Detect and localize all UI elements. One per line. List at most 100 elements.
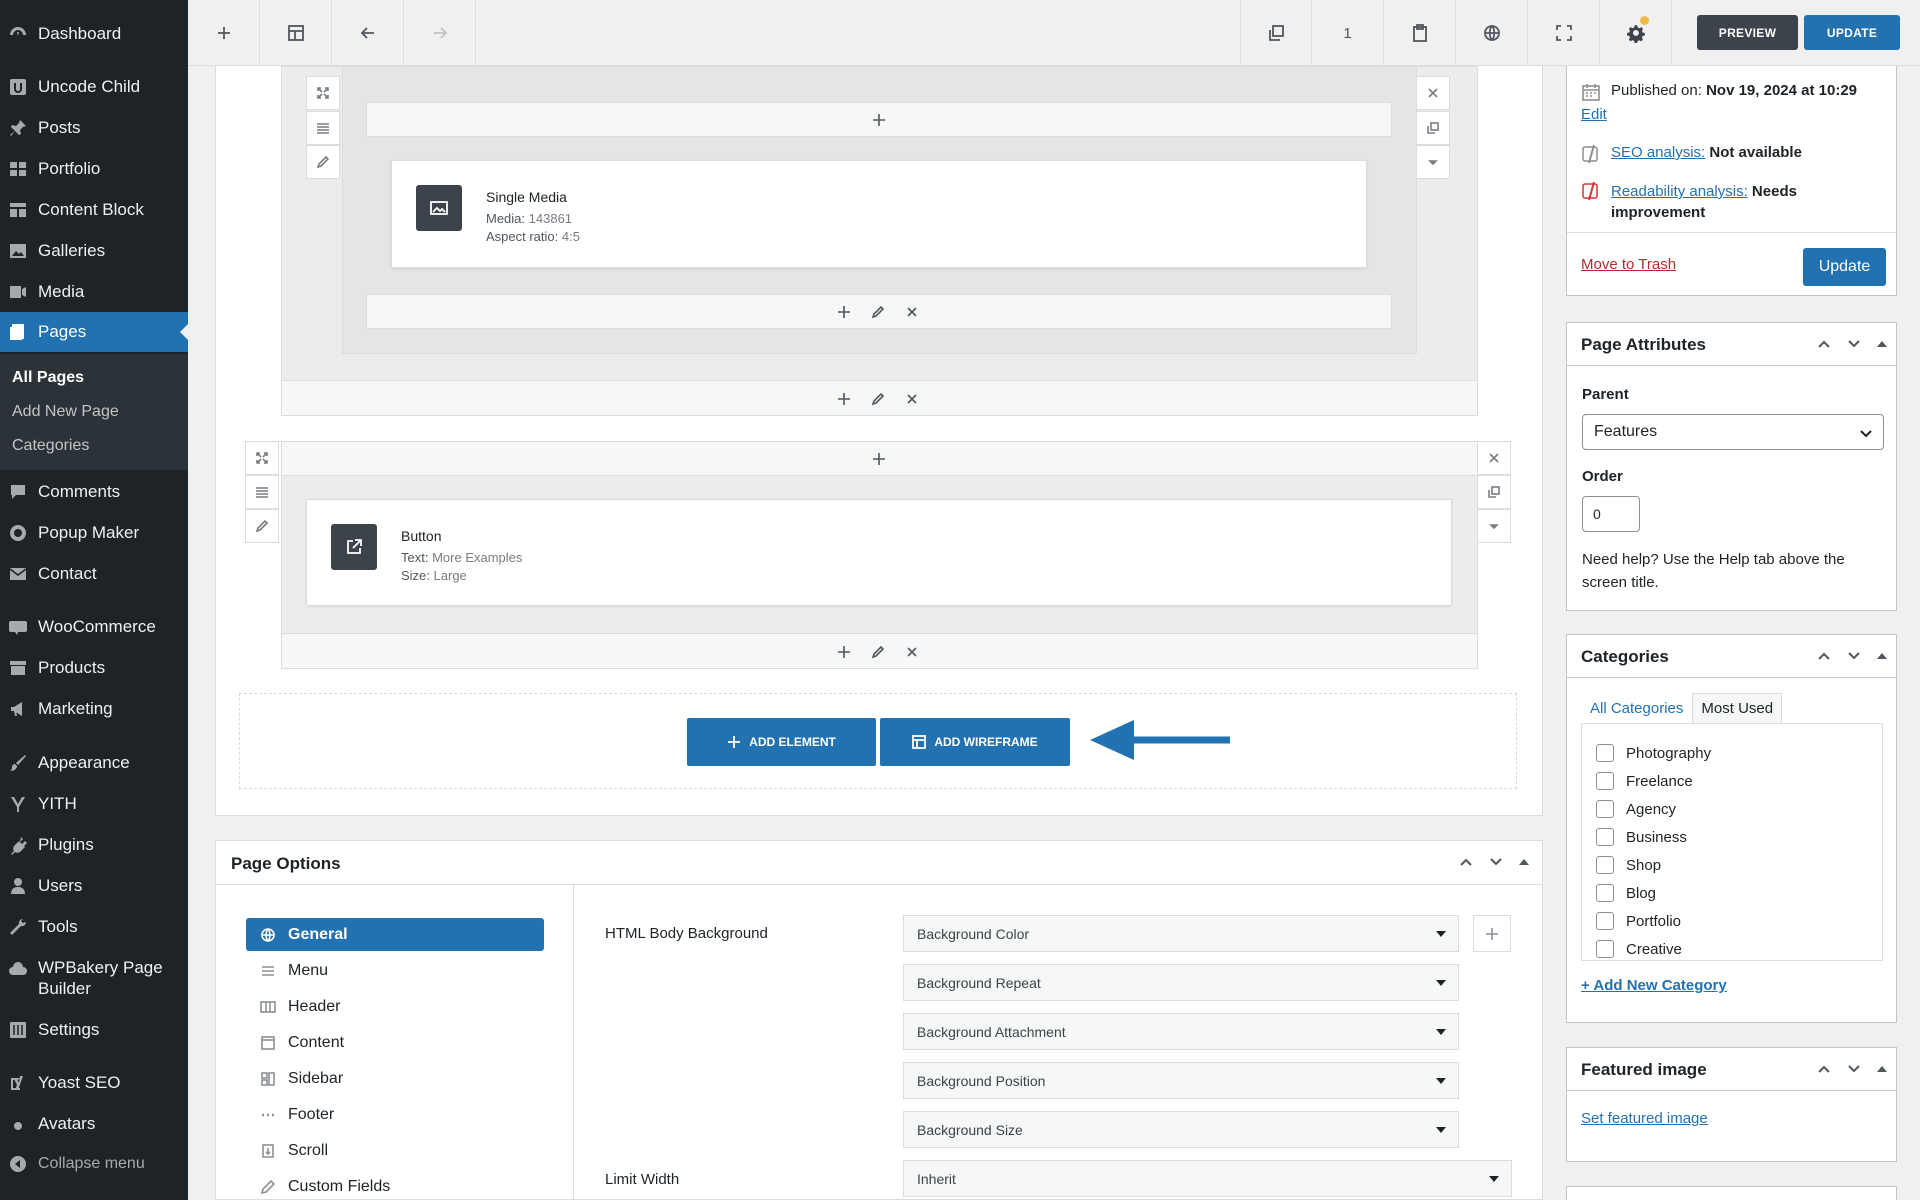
checkbox[interactable] [1596,856,1614,874]
chevron-up-icon[interactable] [1458,854,1474,870]
po-tab-sidebar[interactable]: Sidebar [246,1062,544,1095]
single-media-element[interactable]: Single Media Media: 143861 Aspect ratio:… [391,160,1367,268]
expand-button[interactable] [306,76,340,110]
sidebar-item-plugins[interactable]: Plugins [0,825,188,865]
sidebar-item-avatars[interactable]: Avatars [0,1104,188,1144]
sidebar-item-media[interactable]: Media [0,272,188,312]
chevron-down-icon[interactable] [1846,336,1862,352]
sidebar-item-appearance[interactable]: Appearance [0,743,188,783]
submenu-all-pages[interactable]: All Pages [12,369,84,387]
category-item[interactable]: Agency [1596,800,1676,818]
delete-button[interactable] [905,305,919,319]
po-tab-general[interactable]: General [246,918,544,951]
limit-width-select[interactable]: Inherit [903,1160,1512,1197]
add-background-button[interactable] [1473,915,1511,952]
redo-button[interactable] [404,0,476,66]
toggle-panel-icon[interactable] [1876,1061,1888,1077]
delete-button[interactable] [905,645,919,659]
po-tab-header[interactable]: Header [246,990,544,1023]
readability-analysis-link[interactable]: Readability analysis: [1611,183,1748,200]
chevron-down-icon[interactable] [1488,854,1504,870]
tab-all-categories[interactable]: All Categories [1581,693,1692,724]
category-item[interactable]: Business [1596,828,1687,846]
background-repeat-select[interactable]: Background Repeat [903,964,1459,1001]
move-to-trash-link[interactable]: Move to Trash [1581,256,1676,273]
add-new-category-link[interactable]: + Add New Category [1581,977,1727,994]
sidebar-item-portfolio[interactable]: Portfolio [0,149,188,189]
row-options-button[interactable] [1416,145,1450,179]
category-item[interactable]: Blog [1596,884,1656,902]
edit-button[interactable] [871,645,885,659]
sidebar-item-users[interactable]: Users [0,866,188,906]
edit-button[interactable] [871,305,885,319]
edit-date-link[interactable]: Edit [1581,106,1607,123]
edit-button[interactable] [871,392,885,406]
drag-handle[interactable] [245,475,279,509]
sidebar-item-settings[interactable]: Settings [0,1010,188,1050]
sidebar-item-uncode-child[interactable]: Uncode Child [0,67,188,107]
category-item[interactable]: Creative [1596,940,1682,958]
delete-row-button[interactable] [1416,76,1450,110]
sidebar-item-popup-maker[interactable]: Popup Maker [0,513,188,553]
checkbox[interactable] [1596,772,1614,790]
expand-button[interactable] [245,441,279,475]
sidebar-item-galleries[interactable]: Galleries [0,231,188,271]
checkbox[interactable] [1596,912,1614,930]
chevron-up-icon[interactable] [1816,648,1832,664]
sidebar-item-marketing[interactable]: Marketing [0,689,188,729]
templates-button[interactable] [260,0,332,66]
sidebar-item-pages[interactable]: Pages [0,312,188,352]
order-input[interactable]: 0 [1582,496,1640,532]
sidebar-item-dashboard[interactable]: Dashboard [0,14,188,54]
clipboard-button[interactable] [1384,0,1456,66]
chevron-down-icon[interactable] [1846,1061,1862,1077]
globe-button[interactable] [1456,0,1528,66]
sidebar-item-comments[interactable]: Comments [0,472,188,512]
background-position-select[interactable]: Background Position [903,1062,1459,1099]
checkbox[interactable] [1596,940,1614,958]
collapse-menu-button[interactable]: Collapse menu [0,1144,188,1184]
copy-button[interactable] [1240,0,1312,66]
sidebar-item-wpbakery[interactable]: WPBakery Page Builder [0,957,188,1007]
add-button[interactable] [837,645,851,659]
add-element-button[interactable]: ADD ELEMENT [687,718,876,766]
seo-analysis-link[interactable]: SEO analysis: [1611,144,1705,161]
submenu-categories[interactable]: Categories [12,437,89,455]
toggle-panel-icon[interactable] [1876,648,1888,664]
undo-button[interactable] [332,0,404,66]
set-featured-image-link[interactable]: Set featured image [1581,1110,1708,1127]
po-tab-scroll[interactable]: Scroll [246,1134,544,1167]
edit-row-button[interactable] [306,145,340,179]
category-item[interactable]: Portfolio [1596,912,1681,930]
row-options-button[interactable] [1477,509,1511,543]
chevron-up-icon[interactable] [1816,1061,1832,1077]
parent-select[interactable]: Features [1582,414,1884,450]
sidebar-item-contact[interactable]: Contact [0,554,188,594]
po-tab-footer[interactable]: Footer [246,1098,544,1131]
po-tab-custom-fields[interactable]: Custom Fields [246,1170,544,1200]
add-element-top-button[interactable] [872,452,886,466]
fullscreen-button[interactable] [1528,0,1600,66]
clone-row-button[interactable] [1477,475,1511,509]
preview-button[interactable]: PREVIEW [1697,15,1798,50]
tab-most-used[interactable]: Most Used [1692,693,1783,724]
sidebar-item-products[interactable]: Products [0,648,188,688]
update-button[interactable]: Update [1803,248,1886,286]
toggle-panel-icon[interactable] [1876,336,1888,352]
category-item[interactable]: Freelance [1596,772,1693,790]
toggle-panel-icon[interactable] [1518,854,1530,870]
page-count-button[interactable]: 1 [1312,0,1384,66]
button-element[interactable]: Button Text: More Examples Size: Large [306,499,1452,606]
checkbox[interactable] [1596,744,1614,762]
category-item[interactable]: Photography [1596,744,1711,762]
background-attachment-select[interactable]: Background Attachment [903,1013,1459,1050]
add-button[interactable] [188,0,260,66]
background-size-select[interactable]: Background Size [903,1111,1459,1148]
chevron-up-icon[interactable] [1816,336,1832,352]
po-tab-menu[interactable]: Menu [246,954,544,987]
sidebar-item-tools[interactable]: Tools [0,907,188,947]
add-button[interactable] [837,305,851,319]
add-button[interactable] [837,392,851,406]
clone-row-button[interactable] [1416,111,1450,145]
sidebar-item-yoast-seo[interactable]: Yoast SEO [0,1063,188,1103]
